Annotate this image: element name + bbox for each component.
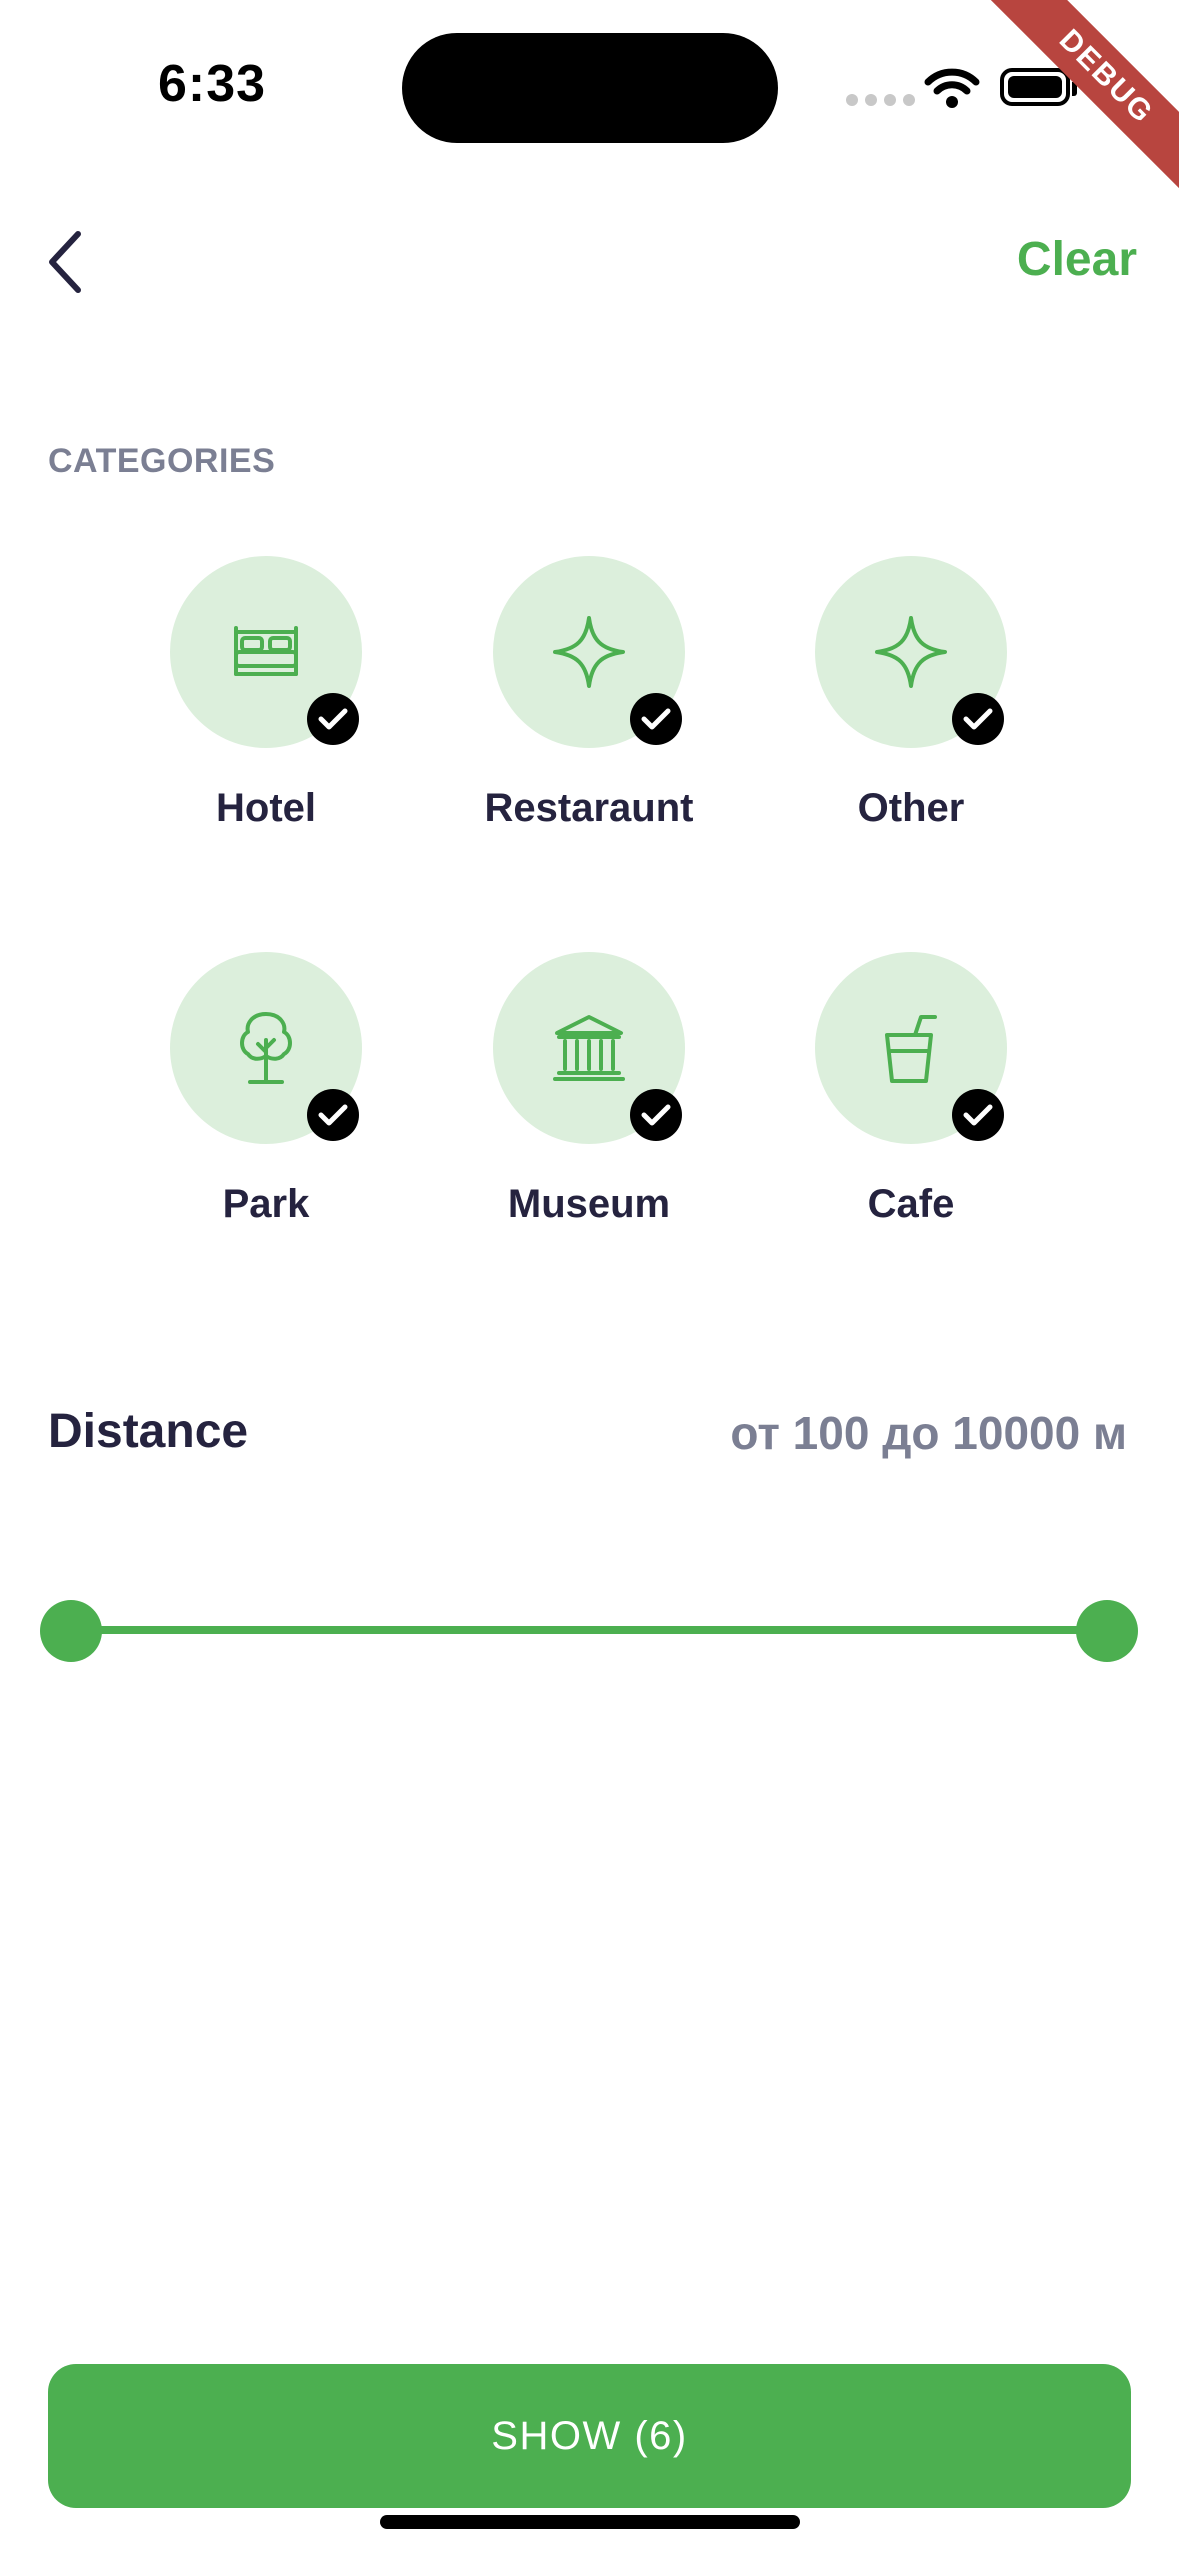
category-cafe[interactable]: Cafe xyxy=(751,952,1071,1227)
sparkle-icon xyxy=(875,616,947,688)
show-button[interactable]: SHOW (6) xyxy=(48,2364,1131,2508)
distance-slider-min-thumb[interactable] xyxy=(40,1600,102,1662)
categories-title: CATEGORIES xyxy=(48,442,276,480)
category-other[interactable]: Other xyxy=(751,556,1071,831)
distance-label: Distance xyxy=(48,1405,249,1458)
back-button[interactable] xyxy=(36,222,96,302)
category-icon-circle xyxy=(815,952,1007,1144)
check-icon xyxy=(307,1089,359,1141)
debug-ribbon-label: DEBUG xyxy=(979,0,1179,200)
debug-ribbon: DEBUG xyxy=(979,0,1179,200)
category-icon-circle xyxy=(170,556,362,748)
museum-icon xyxy=(553,1015,625,1081)
category-label: Park xyxy=(222,1182,310,1226)
clear-button[interactable]: Clear xyxy=(1017,232,1137,287)
tree-icon xyxy=(240,1012,292,1084)
chevron-left-icon xyxy=(49,231,81,293)
dynamic-island xyxy=(402,33,778,143)
sparkle-icon xyxy=(553,616,625,688)
drink-icon xyxy=(885,1015,937,1083)
category-icon-circle xyxy=(170,952,362,1144)
category-restaraunt[interactable]: Restaraunt xyxy=(429,556,749,831)
distance-slider-track[interactable] xyxy=(70,1626,1108,1634)
check-icon xyxy=(307,693,359,745)
home-indicator xyxy=(380,2515,800,2529)
category-label: Museum xyxy=(507,1182,671,1226)
category-hotel[interactable]: Hotel xyxy=(106,556,426,831)
distance-slider-max-thumb[interactable] xyxy=(1076,1600,1138,1662)
check-icon xyxy=(952,693,1004,745)
distance-value: от 100 до 10000 м xyxy=(730,1407,1127,1459)
category-icon-circle xyxy=(493,556,685,748)
category-label: Hotel xyxy=(216,786,316,830)
status-time: 6:33 xyxy=(158,55,267,113)
category-label: Restaraunt xyxy=(484,786,694,830)
category-park[interactable]: Park xyxy=(106,952,426,1227)
category-label: Other xyxy=(857,786,965,830)
category-icon-circle xyxy=(493,952,685,1144)
check-icon xyxy=(630,693,682,745)
bed-icon xyxy=(234,626,298,676)
category-museum[interactable]: Museum xyxy=(429,952,749,1227)
check-icon xyxy=(952,1089,1004,1141)
check-icon xyxy=(630,1089,682,1141)
wifi-icon xyxy=(924,68,980,108)
cellular-signal-icon xyxy=(846,94,915,106)
category-label: Cafe xyxy=(867,1182,955,1226)
category-icon-circle xyxy=(815,556,1007,748)
